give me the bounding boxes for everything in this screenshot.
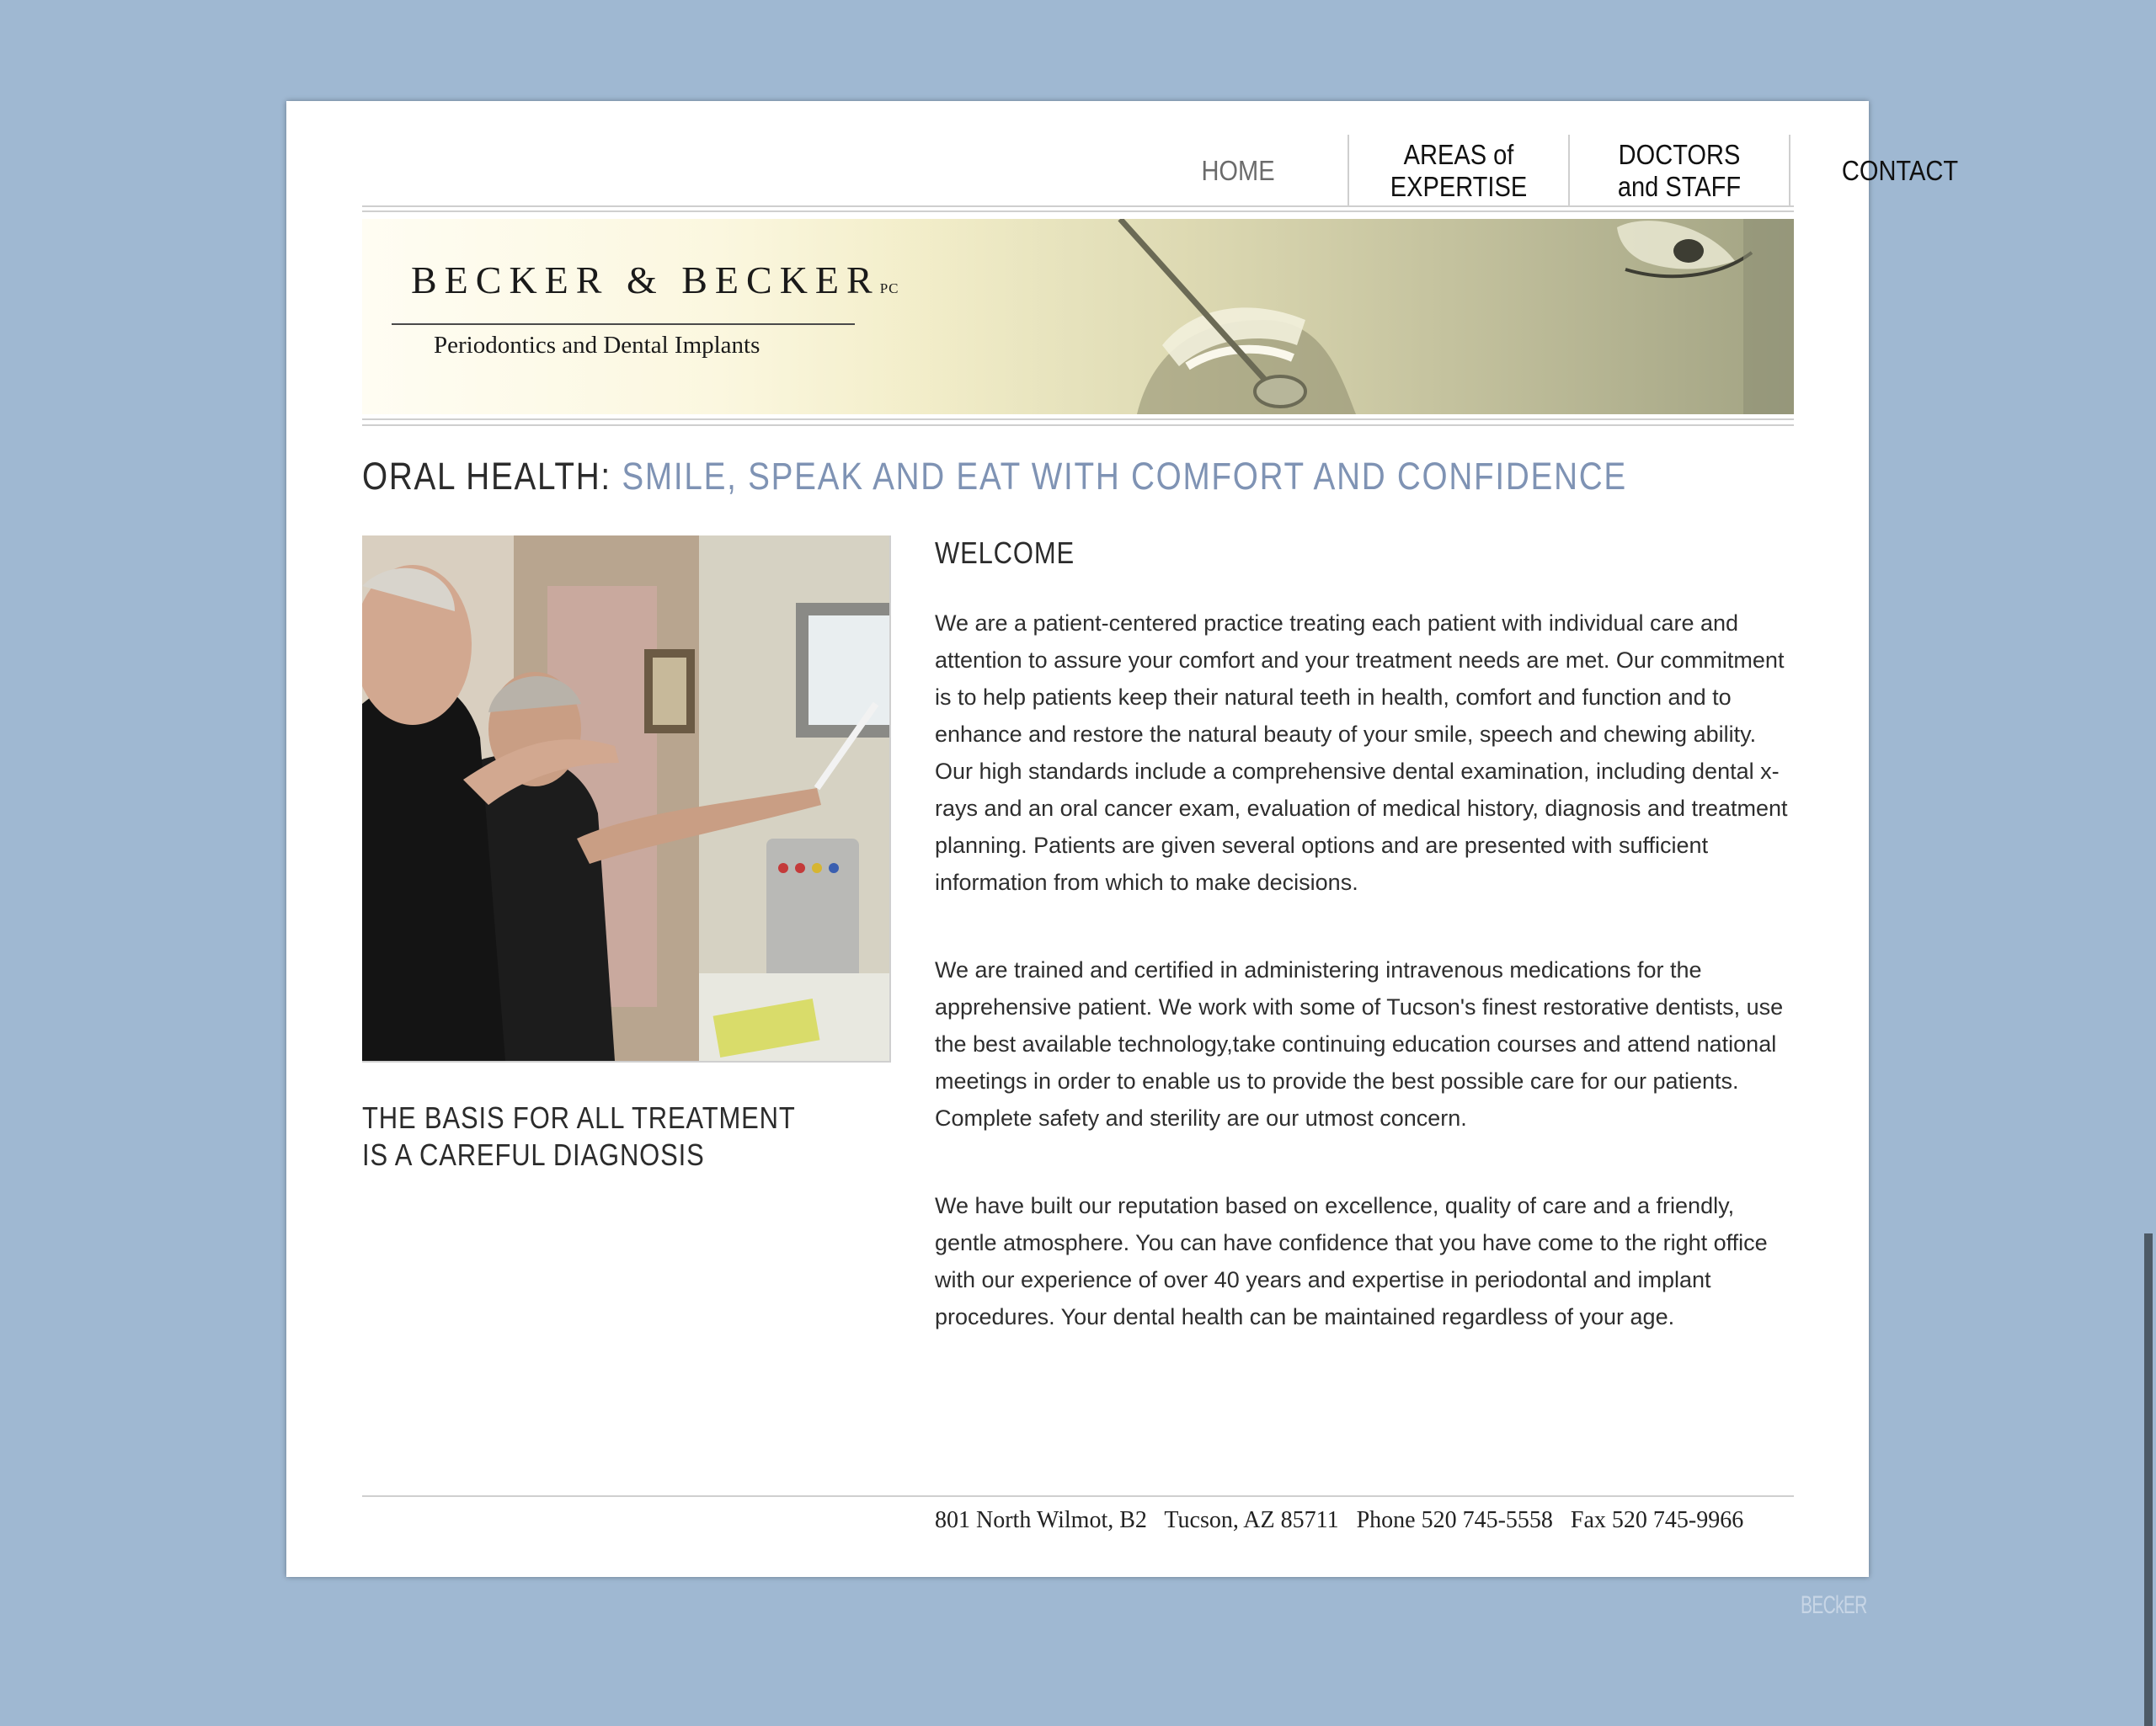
- welcome-heading: WELCOME: [935, 535, 1075, 570]
- header-banner: BECKER & BECKERPC Periodontics and Denta…: [362, 219, 1794, 414]
- page-headline: ORAL HEALTH: SMILE, SPEAK AND EAT WITH C…: [362, 455, 1627, 498]
- nav-divider: [1568, 135, 1570, 207]
- doctors-photo: [362, 535, 891, 1063]
- main-content: WELCOME We are a patient-centered practi…: [935, 535, 1794, 1386]
- header-rule: [362, 210, 1794, 212]
- welcome-paragraph: We have built our reputation based on ex…: [935, 1193, 1768, 1329]
- brand-name: BECKER & BECKERPC: [411, 258, 899, 301]
- header-rule: [362, 205, 1794, 207]
- brand-tagline: Periodontics and Dental Implants: [434, 332, 760, 359]
- nav-home[interactable]: HOME: [1142, 135, 1335, 207]
- brand-underline: [392, 323, 855, 325]
- scrollbar[interactable]: [2144, 1233, 2153, 1726]
- banner-photo: [867, 219, 1794, 414]
- nav-divider: [1789, 135, 1790, 207]
- diagnosis-caption: THE BASIS FOR ALL TREATMENT IS A CAREFUL…: [362, 1100, 796, 1172]
- brand-suffix: PC: [879, 280, 899, 296]
- doctors-photo-image: [362, 535, 889, 1061]
- banner-rule: [362, 424, 1794, 426]
- nav-doctors-and-staff[interactable]: DOCTORS and STAFF: [1583, 135, 1776, 207]
- headline-accent: SMILE, SPEAK AND EAT WITH COMFORT AND CO…: [622, 455, 1627, 498]
- footer-address: 801 North Wilmot, B2 Tucson, AZ 85711 Ph…: [935, 1507, 1744, 1533]
- banner-rule: [362, 418, 1794, 420]
- main-nav: HOME AREAS of EXPERTISE DOCTORS and STAF…: [1129, 135, 2009, 207]
- nav-contact[interactable]: CONTACT: [1804, 135, 1997, 207]
- welcome-paragraph: We are trained and certified in administ…: [935, 957, 1784, 1131]
- welcome-paragraph: We are a patient-centered practice treat…: [935, 610, 1788, 895]
- headline-label: ORAL HEALTH:: [362, 455, 611, 498]
- becker-watermark-logo: BECkER: [1801, 1591, 1867, 1619]
- nav-areas-of-expertise[interactable]: AREAS of EXPERTISE: [1363, 135, 1556, 207]
- page-container: HOME AREAS of EXPERTISE DOCTORS and STAF…: [286, 101, 1958, 1577]
- footer-rule: [362, 1495, 1794, 1497]
- nav-divider: [1348, 135, 1349, 207]
